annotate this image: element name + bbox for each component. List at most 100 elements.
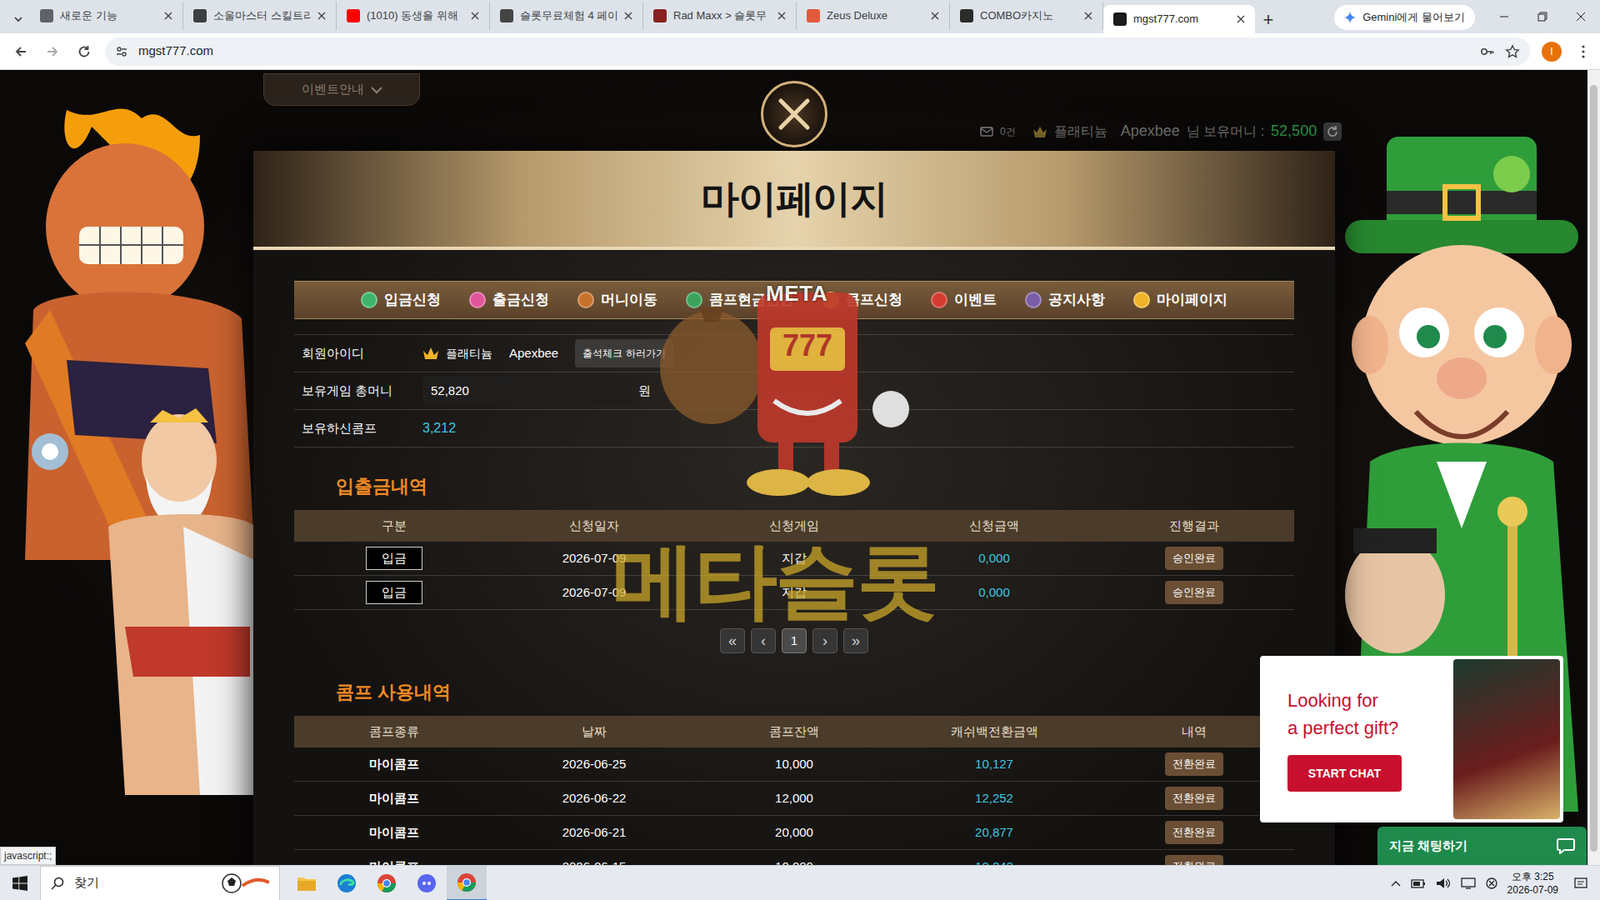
money-label: 님 보유머니 : bbox=[1186, 121, 1265, 142]
page-button[interactable]: 1 bbox=[781, 628, 807, 654]
cashback-cell: 10,242 bbox=[975, 857, 1014, 865]
table-cell: 지갑 bbox=[694, 583, 895, 603]
close-modal-button[interactable] bbox=[760, 80, 828, 148]
chrome-active-icon[interactable] bbox=[446, 865, 487, 900]
tray-chevron-icon[interactable] bbox=[1390, 880, 1401, 887]
close-tab-icon[interactable] bbox=[624, 11, 633, 20]
browser-tab[interactable]: 소울마스터 스킬트리 bbox=[183, 1, 337, 30]
key-icon[interactable] bbox=[1480, 44, 1495, 60]
close-tab-icon[interactable] bbox=[470, 11, 480, 20]
table-cell: 전환완료 bbox=[1094, 820, 1295, 845]
attendance-button[interactable]: 출석체크 하러가기 bbox=[575, 339, 673, 368]
nav-label: 입금신청 bbox=[384, 289, 441, 311]
omnibox[interactable]: mgst777.com bbox=[105, 37, 1530, 66]
nav-label: 머니이동 bbox=[600, 289, 658, 311]
table-cell: 2026-07-09 bbox=[494, 549, 695, 569]
start-chat-button[interactable]: START CHAT bbox=[1287, 755, 1402, 792]
status-badge: 전환완료 bbox=[1165, 786, 1224, 810]
nav-item[interactable]: 마이페이지 bbox=[1133, 289, 1228, 311]
table-cell: 2026-07-09 bbox=[494, 583, 695, 603]
profile-avatar[interactable]: I bbox=[1541, 41, 1562, 62]
close-tab-icon[interactable] bbox=[317, 11, 326, 20]
field-label: 보유게임 총머니 bbox=[294, 381, 423, 401]
browser-tab[interactable]: mgst777.com bbox=[1103, 5, 1255, 34]
nav-item-icon bbox=[360, 291, 378, 309]
browser-tab[interactable]: Zeus Deluxe bbox=[796, 1, 950, 30]
close-tab-icon[interactable] bbox=[1236, 15, 1245, 24]
scrollbar-thumb[interactable] bbox=[1590, 85, 1598, 852]
windows-start-icon[interactable] bbox=[0, 865, 40, 900]
url-text[interactable]: mgst777.com bbox=[138, 41, 214, 61]
field-label: 보유하신콤프 bbox=[294, 419, 423, 439]
close-window-icon[interactable] bbox=[1561, 0, 1600, 34]
menu-dots-icon[interactable] bbox=[1573, 37, 1594, 66]
status-badge: 승인완료 bbox=[1165, 580, 1224, 605]
type-badge: 입금 bbox=[365, 546, 423, 571]
column-header: 진행결과 bbox=[1094, 516, 1295, 536]
money-value: 52,820 bbox=[430, 381, 470, 401]
chrome-icon[interactable] bbox=[366, 865, 407, 900]
message-count[interactable]: 0건 bbox=[1000, 124, 1016, 140]
browser-tab[interactable]: 새로운 기능 bbox=[30, 1, 184, 30]
battery-icon[interactable] bbox=[1410, 877, 1426, 890]
page-button[interactable]: « bbox=[720, 628, 745, 654]
table-cell: 20,877 bbox=[894, 823, 1095, 843]
gemini-label: Gemini에게 물어보기 bbox=[1362, 9, 1465, 26]
event-dropdown[interactable]: 이벤트안내 bbox=[263, 73, 420, 106]
refresh-icon[interactable] bbox=[1323, 122, 1342, 141]
nav-item[interactable]: 콤프신청 bbox=[822, 289, 903, 311]
page-button[interactable]: › bbox=[812, 628, 838, 654]
file-explorer-icon[interactable] bbox=[286, 865, 327, 900]
close-tab-icon[interactable] bbox=[930, 11, 940, 20]
nav-item[interactable]: 공지사항 bbox=[1025, 289, 1105, 311]
edge-icon[interactable] bbox=[326, 865, 367, 900]
page-button[interactable]: ‹ bbox=[750, 628, 776, 654]
nav-item[interactable]: 머니이동 bbox=[577, 289, 658, 311]
close-tab-icon[interactable] bbox=[1084, 11, 1093, 20]
page-scrollbar[interactable] bbox=[1587, 70, 1600, 865]
amount-cell: 0,000 bbox=[978, 583, 1010, 603]
volume-icon[interactable] bbox=[1435, 877, 1451, 890]
gemini-button[interactable]: Gemini에게 물어보기 bbox=[1334, 5, 1475, 30]
nav-item[interactable]: 입금신청 bbox=[360, 289, 441, 311]
nav-label: 출금신청 bbox=[492, 289, 550, 311]
browser-tab[interactable]: COMBO카지노 bbox=[950, 1, 1104, 30]
forward-icon[interactable] bbox=[38, 37, 67, 66]
search-highlight-icon bbox=[219, 870, 270, 896]
discord-icon[interactable] bbox=[406, 865, 447, 900]
browser-tab[interactable]: Rad Maxx > 슬롯무 bbox=[643, 1, 797, 30]
bookmark-star-icon[interactable] bbox=[1505, 44, 1520, 60]
clock[interactable]: 오후 3:252026-07-09 bbox=[1507, 870, 1559, 897]
clock-date: 2026-07-09 bbox=[1507, 883, 1559, 897]
table-cell: 12,000 bbox=[694, 789, 895, 809]
page-button[interactable]: » bbox=[843, 628, 869, 654]
table-cell: 0,000 bbox=[894, 583, 1095, 603]
taskbar-search[interactable]: 찾기 bbox=[40, 865, 280, 900]
address-toolbar: mgst777.com I bbox=[0, 33, 1600, 70]
favicon-icon bbox=[40, 9, 54, 23]
notification-icon[interactable] bbox=[1568, 865, 1594, 900]
tab-search-icon[interactable] bbox=[6, 5, 30, 34]
status-x-icon[interactable] bbox=[1485, 877, 1498, 890]
date-cell: 2026-06-15 bbox=[562, 857, 627, 865]
restore-icon[interactable] bbox=[1523, 0, 1562, 34]
close-tab-icon[interactable] bbox=[164, 11, 173, 20]
favicon-icon bbox=[653, 9, 667, 23]
browser-tab[interactable]: (1010) 동생을 위해 bbox=[336, 1, 490, 30]
nav-item[interactable]: 콤프현금전환 bbox=[685, 289, 795, 311]
search-placeholder[interactable]: 찾기 bbox=[74, 873, 100, 893]
nav-item[interactable]: 이벤트 bbox=[930, 289, 997, 311]
type-badge: 입금 bbox=[365, 580, 423, 605]
game-cell: 지갑 bbox=[781, 583, 807, 603]
back-icon[interactable] bbox=[6, 37, 35, 66]
reload-icon[interactable] bbox=[70, 37, 99, 66]
minimize-icon[interactable] bbox=[1485, 0, 1524, 34]
close-tab-icon[interactable] bbox=[777, 11, 786, 20]
new-tab-button[interactable]: + bbox=[1255, 5, 1282, 34]
chat-launcher-label: 지금 채팅하기 bbox=[1389, 836, 1468, 856]
column-header: 날짜 bbox=[494, 722, 695, 742]
chat-launcher[interactable]: 지금 채팅하기 bbox=[1377, 826, 1587, 865]
network-icon[interactable] bbox=[1460, 877, 1476, 890]
nav-item[interactable]: 출금신청 bbox=[469, 289, 550, 311]
browser-tab[interactable]: 슬롯무료체험 4 페이 bbox=[490, 1, 644, 30]
